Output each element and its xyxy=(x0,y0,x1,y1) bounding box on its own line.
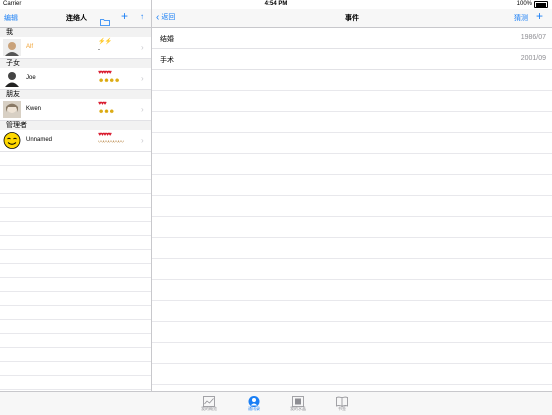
tab-contacts[interactable]: 通讯录 xyxy=(234,394,274,412)
tab-crystal[interactable]: 我的水晶 xyxy=(278,394,318,412)
section-header-me: 我 xyxy=(0,28,151,37)
contact-name: Alf xyxy=(26,44,34,50)
battery-icon xyxy=(534,1,548,8)
book-icon xyxy=(336,394,348,407)
tab-bar: 我的概览 通讯录 我的水晶 书签 xyxy=(0,391,552,415)
events-title: 事件 xyxy=(345,15,359,22)
battery-indicator: 100% xyxy=(517,0,548,9)
contact-row-kwen[interactable]: Kwen ♥♥♥ ☻☻☻ › xyxy=(0,99,151,121)
contact-name: Unnamed xyxy=(26,137,53,143)
rating-primary: ⚡⚡ xyxy=(98,39,112,45)
tab-label: 我的概览 xyxy=(201,406,217,411)
section-header-children: 子女 xyxy=(0,59,151,68)
tab-label: 通讯录 xyxy=(248,406,260,411)
guess-button[interactable]: 猜测 xyxy=(514,13,528,23)
add-contact-button[interactable]: + xyxy=(121,10,128,22)
rating-smileys: ☻☻☻ xyxy=(98,109,115,115)
sort-icon[interactable]: ↑ xyxy=(140,12,144,21)
person-icon xyxy=(248,394,260,407)
rating-hearts: ♥♥♥♥♥ xyxy=(98,132,112,138)
battery-percent: 100% xyxy=(516,1,532,7)
avatar xyxy=(3,101,21,118)
contact-name: Kwen xyxy=(26,106,42,112)
event-row[interactable]: 结婚 1986/07 xyxy=(152,28,552,49)
photo-icon xyxy=(292,394,304,407)
contact-name: Joe xyxy=(26,75,36,81)
rating-hearts: ♥♥♥♥♥ xyxy=(98,70,112,76)
tab-overview[interactable]: 我的概览 xyxy=(189,394,229,412)
smiley-avatar-icon xyxy=(3,132,21,149)
events-navbar: ‹ 返回 事件 猜测 + xyxy=(152,9,552,28)
empty-list-area xyxy=(0,152,151,391)
chevron-right-icon: › xyxy=(141,74,144,83)
avatar xyxy=(3,39,21,56)
status-bar: Carrier 4:54 PM 100% xyxy=(0,0,552,9)
add-event-button[interactable]: + xyxy=(536,10,543,22)
rating-secondary: - xyxy=(98,47,100,53)
event-row[interactable]: 手术 2001/09 xyxy=(152,49,552,70)
contacts-panel: 编辑 连络人 + ↑ 我 Alf ⚡⚡ - › 子女 Joe ♥♥♥♥♥ ☻☻☻… xyxy=(0,9,151,391)
contacts-navbar: 编辑 连络人 + ↑ xyxy=(0,9,151,28)
tab-label: 我的水晶 xyxy=(290,406,306,411)
rating-hearts: ♥♥♥ xyxy=(98,101,107,107)
clock: 4:54 PM xyxy=(264,1,288,7)
contact-row-alf[interactable]: Alf ⚡⚡ - › xyxy=(0,37,151,59)
event-date: 1986/07 xyxy=(520,34,546,41)
contacts-title: 连络人 xyxy=(66,15,87,22)
contact-row-unnamed[interactable]: Unnamed ♥♥♥♥♥ 〰〰〰〰〰 › xyxy=(0,130,151,152)
chevron-right-icon: › xyxy=(141,105,144,114)
event-label: 手术 xyxy=(160,57,174,64)
contact-row-joe[interactable]: Joe ♥♥♥♥♥ ☻☻☻☻ › xyxy=(0,68,151,90)
section-header-friends: 朋友 xyxy=(0,90,151,99)
tab-label: 书签 xyxy=(338,406,346,411)
event-label: 结婚 xyxy=(160,36,174,43)
event-date: 2001/09 xyxy=(520,55,546,62)
folder-icon[interactable] xyxy=(100,13,110,31)
chart-icon xyxy=(203,394,215,407)
chevron-right-icon: › xyxy=(141,136,144,145)
events-panel: ‹ 返回 事件 猜测 + 结婚 1986/07 手术 2001/09 xyxy=(152,9,552,391)
empty-event-area xyxy=(152,70,552,391)
rating-mustaches: 〰〰〰〰〰 xyxy=(98,140,124,146)
tab-bookmarks[interactable]: 书签 xyxy=(322,394,362,412)
rating-smileys: ☻☻☻☻ xyxy=(98,78,120,84)
avatar xyxy=(3,70,21,87)
section-header-admin: 管理者 xyxy=(0,121,151,130)
chevron-right-icon: › xyxy=(141,43,144,52)
